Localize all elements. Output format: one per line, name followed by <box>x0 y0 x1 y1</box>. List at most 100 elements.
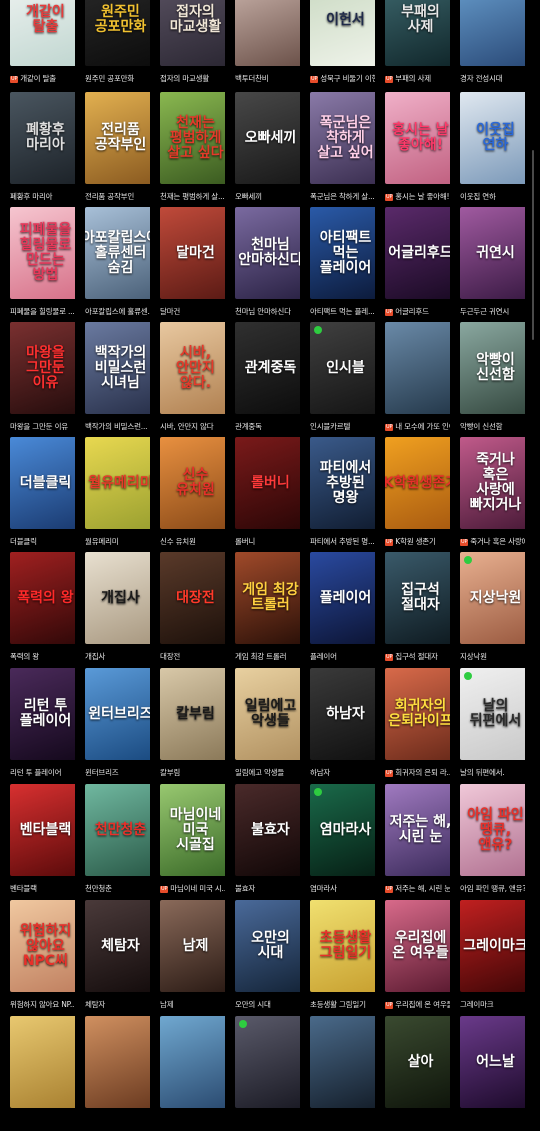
cover-thumbnail[interactable]: 폭력의 왕 <box>10 552 75 644</box>
cover-thumbnail[interactable]: 개같이 탈출 <box>10 0 75 66</box>
cover-thumbnail[interactable]: 홍시는 날 좋아해! <box>385 92 450 184</box>
cover-thumbnail[interactable]: 죽거나 혹은 사랑에 빠지거나 <box>460 437 525 529</box>
webtoon-title[interactable]: 플레이어 <box>310 650 375 664</box>
cover-thumbnail[interactable]: 어글리후드 <box>385 207 450 299</box>
cover-thumbnail[interactable]: K학원생존기 <box>385 437 450 529</box>
cover-thumbnail[interactable]: 집구석 절대자 <box>385 552 450 644</box>
cover-thumbnail[interactable] <box>385 322 450 414</box>
cover-thumbnail[interactable]: 저주는 해, 시린 눈 <box>385 784 450 876</box>
webtoon-card[interactable]: 더블클릭 더블클릭 <box>0 437 75 552</box>
webtoon-title[interactable]: 전리품 공작부인 <box>85 190 150 204</box>
webtoon-title[interactable]: 아티팩트 먹는 플레... <box>310 305 375 319</box>
webtoon-card[interactable]: 어글리후드 UP 어글리후드 <box>375 207 450 322</box>
webtoon-card[interactable]: 불효자 불효자 <box>225 784 300 899</box>
webtoon-title[interactable]: 위험하지 않아요 NP... <box>10 998 75 1012</box>
webtoon-title[interactable]: 신수 유치원 <box>160 535 225 549</box>
webtoon-title[interactable]: 리턴 투 플레이어 <box>10 766 75 780</box>
webtoon-card[interactable]: 리턴 투 플레이어 리턴 투 플레이어 <box>0 668 75 783</box>
webtoon-title[interactable]: UP 홍시는 날 좋아해! <box>385 190 450 204</box>
cover-thumbnail[interactable]: 남제 <box>160 900 225 992</box>
webtoon-card[interactable]: UP 내 모수에 가또 인어 <box>375 322 450 437</box>
webtoon-card[interactable]: 죽거나 혹은 사랑에 빠지거나 UP죽거나 혹은 사랑에 ... <box>450 437 525 552</box>
cover-thumbnail[interactable] <box>310 1016 375 1108</box>
webtoon-card[interactable]: 관계중독 관계중독 <box>225 322 300 437</box>
webtoon-card[interactable]: 악빵이 신선함 악빵이 신선함 <box>450 322 525 437</box>
webtoon-card[interactable]: 백투더찬비 <box>225 0 300 89</box>
cover-thumbnail[interactable]: 게임 최강 트롤러 <box>235 552 300 644</box>
webtoon-title[interactable]: 아포칼립스에 홀류센... <box>85 305 150 319</box>
webtoon-card[interactable]: 전리품 공작부인 전리품 공작부인 <box>75 92 150 207</box>
cover-thumbnail[interactable]: 리턴 투 플레이어 <box>10 668 75 760</box>
cover-thumbnail[interactable]: 전리품 공작부인 <box>85 92 150 184</box>
webtoon-title[interactable]: 폐황후 마리아 <box>10 190 75 204</box>
webtoon-card[interactable]: 저주는 해, 시린 눈 UP 저주는 해, 시린 눈 <box>375 784 450 899</box>
webtoon-title[interactable]: 원주민 공포만화 <box>85 72 150 86</box>
cover-thumbnail[interactable]: 더블클릭 <box>10 437 75 529</box>
webtoon-card[interactable]: 마님이네 미국 시골집 UP 마님이네 미국 시... <box>150 784 225 899</box>
webtoon-title[interactable]: 이웃집 연하 <box>460 190 525 204</box>
webtoon-card[interactable]: 신수 유치원 신수 유치원 <box>150 437 225 552</box>
webtoon-title[interactable]: 천만청춘 <box>85 882 150 896</box>
webtoon-card[interactable]: 폭력의 왕 폭력의 왕 <box>0 552 75 667</box>
webtoon-title[interactable] <box>85 1114 150 1128</box>
webtoon-title[interactable]: 인시블카르텔 <box>310 420 375 434</box>
webtoon-card[interactable]: 체탐자 체탐자 <box>75 900 150 1015</box>
cover-thumbnail[interactable]: 그레이마크 <box>460 900 525 992</box>
webtoon-title[interactable]: 하남자 <box>310 766 375 780</box>
webtoon-card[interactable]: 대장전 대장전 <box>150 552 225 667</box>
webtoon-title[interactable]: 관계중독 <box>235 420 300 434</box>
webtoon-title[interactable]: 벤타블랙 <box>10 882 75 896</box>
cover-thumbnail[interactable]: 시바, 안만지 않다. <box>160 322 225 414</box>
cover-thumbnail[interactable]: 어느날 <box>460 1016 525 1108</box>
webtoon-card[interactable]: 오만의 시대 오만의 시대 <box>225 900 300 1015</box>
webtoon-title[interactable]: UP 저주는 해, 시린 눈 <box>385 882 450 896</box>
webtoon-title[interactable]: 폭군님은 착하게 살... <box>310 190 375 204</box>
cover-thumbnail[interactable]: 아임 파인 땡큐, 앤유? <box>460 784 525 876</box>
cover-thumbnail[interactable]: 개집사 <box>85 552 150 644</box>
webtoon-title[interactable]: UP 내 모수에 가또 인어 <box>385 420 450 434</box>
webtoon-card[interactable]: 게임 최강 트롤러 게임 최강 트롤러 <box>225 552 300 667</box>
cover-thumbnail[interactable]: 폐황후 마리아 <box>10 92 75 184</box>
webtoon-title[interactable]: UP 마님이네 미국 시... <box>160 882 225 896</box>
cover-thumbnail[interactable] <box>160 1016 225 1108</box>
webtoon-card[interactable]: 초등생활 그림일기 초등생활 그림일기 <box>300 900 375 1015</box>
webtoon-title[interactable]: UP K학원 생존기 <box>385 535 450 549</box>
webtoon-card[interactable]: 천만청춘 천만청춘 <box>75 784 150 899</box>
cover-thumbnail[interactable]: 일림에고 악생들 <box>235 668 300 760</box>
webtoon-card[interactable]: 개같이 탈출 UP 개같이 탈출 <box>0 0 75 89</box>
webtoon-card[interactable]: 마왕을 그만둔 이유 마왕을 그만둔 이유 <box>0 322 75 437</box>
webtoon-card[interactable]: 날의 뒤편에서 날의 뒤편에서. <box>450 668 525 783</box>
cover-thumbnail[interactable]: 천마님 안마하신다 <box>235 207 300 299</box>
webtoon-title[interactable]: 경자 전성시대 <box>460 72 525 86</box>
cover-thumbnail[interactable]: 마왕을 그만둔 이유 <box>10 322 75 414</box>
scrollbar[interactable] <box>532 150 534 340</box>
cover-thumbnail[interactable]: 하남자 <box>310 668 375 760</box>
webtoon-card[interactable]: 월유메리미 월유메리미 <box>75 437 150 552</box>
webtoon-card[interactable]: 인시블인시블카르텔 <box>300 322 375 437</box>
cover-thumbnail[interactable]: 인시블 <box>310 322 375 414</box>
cover-thumbnail[interactable] <box>10 1016 75 1108</box>
webtoon-title[interactable]: UP 집구석 절대자 <box>385 650 450 664</box>
webtoon-title[interactable]: 천재는 평범하게 살... <box>160 190 225 204</box>
webtoon-card[interactable]: 윈터브리즈 윈터브리즈 <box>75 668 150 783</box>
webtoon-card[interactable]: 백작가의 비밀스런 시녀님 백작가의 비밀스런... <box>75 322 150 437</box>
webtoon-card[interactable]: 그레이마크 그레이마크 <box>450 900 525 1015</box>
webtoon-card[interactable]: 칼부림 칼부림 <box>150 668 225 783</box>
webtoon-title[interactable]: 악빵이 신선함 <box>460 420 525 434</box>
webtoon-title[interactable]: 두근두근 귀연시 <box>460 305 525 319</box>
webtoon-card[interactable]: 플레이어 플레이어 <box>300 552 375 667</box>
webtoon-card[interactable]: 천마님 안마하신다 천마님 안마하신다 <box>225 207 300 322</box>
cover-thumbnail[interactable]: 접자의 마교생활 <box>160 0 225 66</box>
webtoon-card[interactable]: 이웃집 연하 이웃집 연하 <box>450 92 525 207</box>
cover-thumbnail[interactable] <box>235 0 300 66</box>
webtoon-card[interactable]: 폭군님은 착하게 살고 싶어 폭군님은 착하게 살... <box>300 92 375 207</box>
cover-thumbnail[interactable]: 지상낙원 <box>460 552 525 644</box>
webtoon-card[interactable] <box>75 1016 150 1131</box>
cover-thumbnail[interactable]: 천재는 평범하게 살고 싶다 <box>160 92 225 184</box>
webtoon-card[interactable]: 회귀자의 은퇴라이프 UP 회귀자의 은퇴 라... <box>375 668 450 783</box>
webtoon-title[interactable]: 게임 최강 트롤러 <box>235 650 300 664</box>
webtoon-title[interactable]: 윈터브리즈 <box>85 766 150 780</box>
cover-thumbnail[interactable]: 천만청춘 <box>85 784 150 876</box>
webtoon-title[interactable]: 초등생활 그림일기 <box>310 998 375 1012</box>
webtoon-card[interactable]: 접자의 마교생활 접자의 마교생활 <box>150 0 225 89</box>
